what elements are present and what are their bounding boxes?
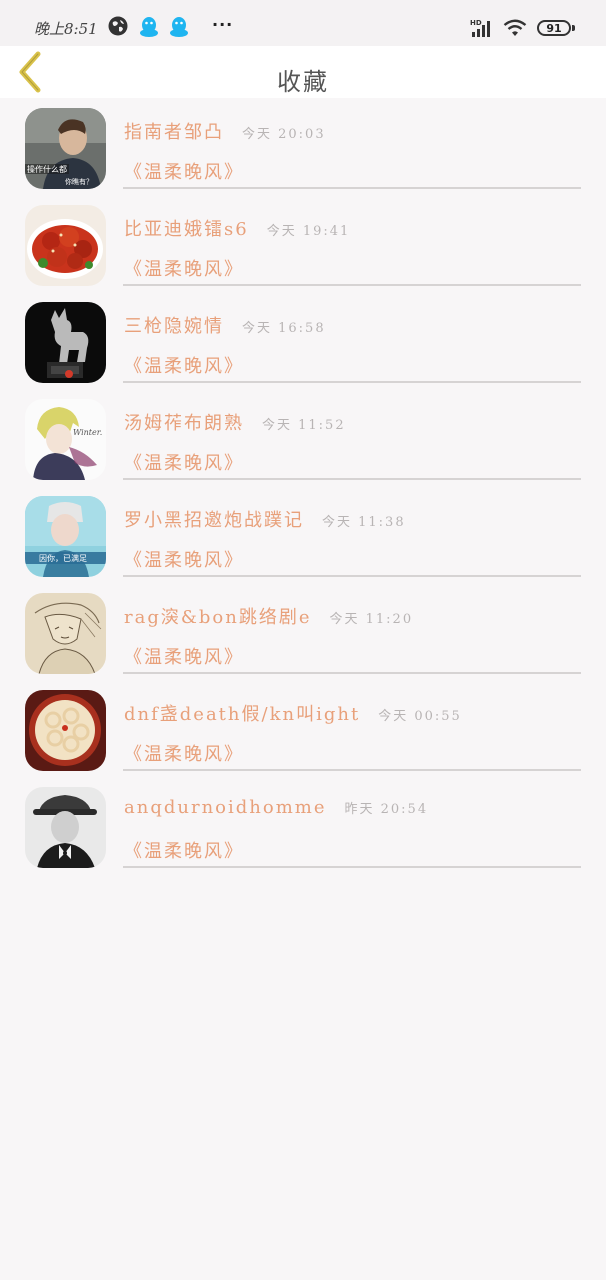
avatar: Winter. (25, 399, 106, 480)
divider (123, 769, 581, 771)
divider (123, 672, 581, 674)
globe-icon (108, 16, 128, 36)
divider (123, 866, 581, 868)
signal-hd-label: HD (470, 19, 482, 27)
item-source: 《温柔晚风》 (124, 550, 244, 571)
item-time: 今天 11:52 (262, 418, 346, 433)
item-source: 《温柔晚风》 (124, 647, 244, 668)
avatar (25, 690, 106, 771)
contact-name: dnf盏death假/kn叫ight (124, 704, 361, 725)
item-time: 今天 11:20 (329, 612, 414, 627)
item-source: 《温柔晚风》 (124, 841, 244, 862)
page-title: 收藏 (277, 68, 329, 96)
avatar (25, 787, 106, 868)
favorite-item[interactable]: 三枪隐婉情 今天 16:58 《温柔晚风》 (0, 292, 606, 389)
avatar-caption: Winter. (73, 428, 102, 437)
divider (123, 575, 581, 577)
item-source: 《温柔晚风》 (124, 356, 244, 377)
item-name-line: 比亚迪娥镭s6 今天 19:41 (124, 215, 350, 241)
favorite-item[interactable]: rag㴱&bon跳络剧e 今天 11:20 《温柔晚风》 (0, 583, 606, 680)
divider (123, 187, 581, 189)
avatar-caption: 你瞧有？ (65, 177, 93, 186)
favorite-item[interactable]: Winter. 汤姆莋布朗熟 今天 11:52 《温柔晚风》 (0, 389, 606, 486)
item-time: 今天 20:03 (242, 127, 326, 142)
wifi-icon (503, 19, 527, 37)
qq-icon (139, 16, 159, 38)
battery-icon: 91 (537, 20, 571, 36)
item-name-line: 罗小黑招邀炮战蹼记 今天 11:38 (124, 506, 406, 532)
avatar (25, 205, 106, 286)
item-time: 今天 00:55 (378, 709, 462, 724)
item-name-line: 三枪隐婉情 今天 16:58 (124, 312, 326, 338)
item-name-line: 汤姆莋布朗熟 今天 11:52 (124, 409, 346, 435)
contact-name: anqdurnoidhomme (124, 797, 327, 818)
favorite-item[interactable]: 操作什么都 你瞧有？ 指南者邹凸 今天 20:03 《温柔晚风》 (0, 98, 606, 195)
item-time: 今天 16:58 (242, 321, 326, 336)
contact-name: 三枪隐婉情 (124, 316, 224, 337)
avatar-caption: 因你，已满足 (39, 553, 87, 563)
item-name-line: 指南者邹凸 今天 20:03 (124, 118, 326, 144)
item-source: 《温柔晚风》 (124, 162, 244, 183)
contact-name: 罗小黑招邀炮战蹼记 (124, 510, 304, 531)
favorite-item[interactable]: 比亚迪娥镭s6 今天 19:41 《温柔晚风》 (0, 195, 606, 292)
item-name-line: dnf盏death假/kn叫ight 今天 00:55 (124, 700, 462, 726)
battery-tip (572, 25, 575, 31)
status-bar: 晚上8:51 ··· HD 91 (0, 0, 606, 46)
item-time: 昨天 20:54 (344, 802, 429, 817)
item-source: 《温柔晚风》 (124, 453, 244, 474)
signal-icon: HD (470, 18, 494, 38)
item-name-line: anqdurnoidhomme 昨天 20:54 (124, 797, 428, 818)
contact-name: 汤姆莋布朗熟 (124, 413, 244, 434)
divider (123, 381, 581, 383)
divider (123, 478, 581, 480)
header-bar: 收藏 (0, 46, 606, 98)
avatar (25, 593, 106, 674)
avatar: 因你，已满足 (25, 496, 106, 577)
item-time: 今天 11:38 (322, 515, 406, 530)
avatar-caption: 操作什么都 (27, 164, 67, 174)
contact-name: 比亚迪娥镭s6 (124, 219, 249, 240)
favorite-item[interactable]: anqdurnoidhomme 昨天 20:54 《温柔晚风》 (0, 777, 606, 874)
favorite-item[interactable]: 因你，已满足 罗小黑招邀炮战蹼记 今天 11:38 《温柔晚风》 (0, 486, 606, 583)
item-name-line: rag㴱&bon跳络剧e 今天 11:20 (124, 603, 413, 629)
more-notifications-icon: ··· (212, 15, 234, 34)
qq-icon (169, 16, 189, 38)
favorite-item[interactable]: dnf盏death假/kn叫ight 今天 00:55 《温柔晚风》 (0, 680, 606, 777)
item-time: 今天 19:41 (266, 224, 351, 239)
avatar: 操作什么都 你瞧有？ (25, 108, 106, 189)
item-source: 《温柔晚风》 (124, 744, 244, 765)
contact-name: rag㴱&bon跳络剧e (124, 607, 312, 628)
avatar (25, 302, 106, 383)
item-source: 《温柔晚风》 (124, 259, 244, 280)
contact-name: 指南者邹凸 (124, 122, 224, 143)
status-time: 晚上8:51 (34, 20, 98, 38)
divider (123, 284, 581, 286)
